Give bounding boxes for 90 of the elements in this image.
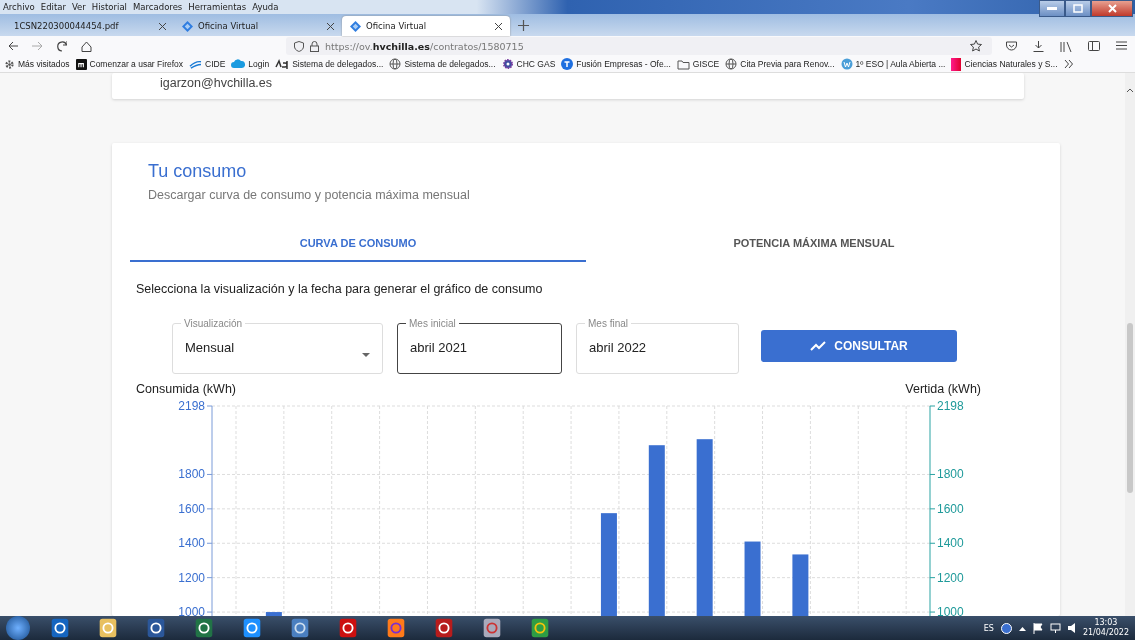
back-icon[interactable] [8,41,19,51]
axis-title: Vertida (kWh) [905,382,981,396]
consult-button[interactable]: CONSULTAR [761,330,957,362]
scrollbar-thumb[interactable] [1127,323,1133,493]
address-bar[interactable]: https://ov.hvchilla.es/contratos/1580715 [285,37,992,55]
bookmark[interactable]: 1º ESO | Aula Abierta ... [840,58,946,70]
section-subtitle: Descargar curva de consumo y potencia máxima mensual [148,188,471,202]
tab[interactable]: CURVA DE CONSUMO [130,226,586,262]
up-arrow-icon[interactable] [1018,625,1026,631]
menu-item[interactable]: Herramientas [185,2,250,12]
sidebar-icon[interactable] [1088,40,1100,51]
close-tab-icon[interactable] [327,22,334,30]
close-tab-icon[interactable] [495,22,502,30]
browser-tab[interactable]: 1CSN220300044454.pdf [6,16,174,36]
start-button[interactable] [6,616,30,640]
language-indicator[interactable]: ES [983,623,994,633]
menu-item[interactable]: Ver [68,2,89,12]
trend-icon [810,341,827,351]
bookmark[interactable]: CHC GAS [501,58,556,70]
logo-icon [275,59,290,69]
menu-icon[interactable] [1116,40,1127,50]
bookmark[interactable]: Sistema de delegados... [389,58,496,70]
pocket-icon[interactable] [1006,40,1017,51]
menu-item[interactable]: Historial [88,2,130,12]
input-field[interactable]: Mes inicial abril 2021 [397,318,562,374]
tick-label: 1200 [178,570,205,585]
axis-title: Consumida (kWh) [136,382,237,396]
input-field[interactable]: Mes final abril 2022 [576,318,739,374]
flag-icon[interactable] [1032,622,1043,634]
download-icon[interactable] [1033,40,1044,52]
bookmark[interactable]: CIDE [189,58,226,70]
bookmark[interactable]: Comenzar a usar Firefox [75,58,184,70]
scrollbar[interactable] [1125,73,1135,616]
tick-label: 1600 [178,501,205,516]
browser-tab[interactable]: Oficina Virtual [342,16,510,36]
new-tab-icon[interactable] [518,20,529,31]
dropdown-arrow-icon[interactable] [362,353,370,357]
bookmark[interactable]: Sistema de delegados... [275,59,384,69]
tab[interactable]: POTENCIA MÁXIMA MENSUAL [586,226,1042,262]
reload-icon[interactable] [56,40,68,52]
instruction-text: Selecciona la visualización y la fecha para generar el gráfico de consumo [136,282,544,296]
bookmark[interactable]: Ciencias Naturales y S... [951,57,1058,71]
chevron-icon[interactable] [1063,60,1073,68]
menu-item[interactable]: Ayuda [249,2,282,12]
tick-label: 1600 [937,501,964,516]
bookmark[interactable]: GISCE [676,58,720,70]
bar [265,612,282,616]
shield-icon[interactable] [293,40,304,52]
diamond-icon [350,20,361,32]
home-icon[interactable] [81,40,92,52]
tick-label: 1400 [178,536,205,551]
bookmark[interactable]: Login [231,59,270,69]
wave-icon [189,58,203,70]
menu-item[interactable]: Marcadores [130,2,186,12]
tick-label: 1800 [178,467,205,482]
menu-item[interactable]: Editar [37,2,69,12]
bar [792,554,809,616]
menu-item[interactable]: Archivo [0,2,38,12]
tick-label: 1000 [178,605,205,616]
square-icon [951,57,962,71]
bookmark[interactable]: Más visitados [4,58,70,70]
close-icon[interactable] [1107,4,1117,13]
browser-tab[interactable]: Oficina Virtual [174,16,342,36]
tick-label: 1200 [937,570,964,585]
gear-icon [4,58,15,70]
minimize-button[interactable] [1039,0,1065,17]
close-button[interactable] [1091,0,1133,17]
tick-label: 1000 [937,605,964,616]
speaker-icon[interactable] [1067,623,1076,633]
diamond-icon [182,20,193,32]
url-text: https://ov.hvchilla.es/contratos/1580715 [324,40,524,52]
tick-label: 2198 [937,399,964,413]
help-icon[interactable] [1000,622,1012,634]
tick-label: 2198 [178,399,205,413]
tick-label: 1400 [937,536,964,551]
section-title: Tu consumo [148,161,248,182]
close-tab-icon[interactable] [159,22,166,30]
cloud-icon [231,59,246,69]
bookmark[interactable]: Cita Previa para Renov... [725,58,835,70]
maximize-button[interactable] [1065,0,1091,17]
bookmark[interactable]: Fusión Empresas - Ofe... [561,58,671,70]
library-icon[interactable] [1060,40,1072,52]
lock-icon[interactable] [309,40,319,52]
clock[interactable]: 13:03 21/04/2022 [1082,618,1129,638]
tick-label: 1800 [937,467,964,482]
star-icon[interactable] [970,40,982,52]
email-text: igarzon@hvchilla.es [160,76,273,90]
globe-icon [389,58,402,70]
globe-icon [725,58,738,70]
dropdown[interactable]: Visualización Mensual [172,318,383,374]
